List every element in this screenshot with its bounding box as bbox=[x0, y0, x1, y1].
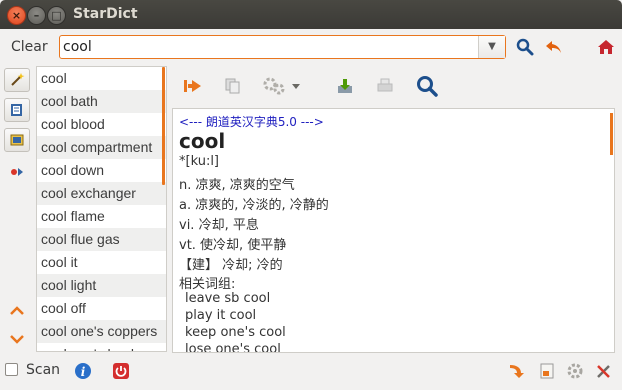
document-edit-icon bbox=[540, 363, 554, 379]
quit-button[interactable] bbox=[110, 360, 132, 382]
search-icon bbox=[417, 76, 438, 97]
headword: cool bbox=[179, 129, 226, 153]
list-item[interactable]: cool it bbox=[37, 251, 166, 274]
tree-dictionary-button[interactable] bbox=[4, 128, 30, 152]
list-item[interactable]: cool blood bbox=[37, 113, 166, 136]
arrows-color-icon bbox=[11, 168, 23, 176]
svg-text:i: i bbox=[81, 365, 86, 379]
phrase-item: play it cool bbox=[185, 308, 257, 323]
definition-line: vi. 冷却, 平息 bbox=[179, 218, 259, 233]
print-button[interactable] bbox=[372, 72, 398, 100]
maximize-window-button[interactable]: □ bbox=[47, 6, 66, 25]
hide-list-button[interactable] bbox=[180, 72, 206, 100]
manage-dicts-button[interactable] bbox=[506, 360, 528, 382]
phrase-item: leave sb cool bbox=[185, 291, 271, 306]
definition-line: n. 凉爽, 凉爽的空气 bbox=[179, 178, 295, 193]
dictionary-book-icon bbox=[10, 134, 24, 146]
save-button[interactable] bbox=[332, 72, 358, 100]
back-arrow-icon bbox=[546, 41, 561, 53]
power-icon bbox=[113, 363, 129, 379]
info-icon: i bbox=[75, 363, 91, 379]
phrase-item: lose one's cool bbox=[185, 342, 281, 353]
scan-checkbox[interactable] bbox=[5, 363, 18, 376]
preferences-button[interactable] bbox=[564, 360, 586, 382]
list-item[interactable]: cool bbox=[37, 67, 166, 90]
window-title: StarDict bbox=[73, 6, 138, 22]
title-bar: × – □ StarDict bbox=[0, 0, 622, 29]
scan-label[interactable]: Scan bbox=[26, 362, 60, 378]
definition-line: *[ku:l] bbox=[179, 154, 220, 169]
search-field[interactable]: ▼ bbox=[59, 35, 506, 59]
quick-search-button[interactable] bbox=[4, 68, 30, 92]
next-word-button[interactable] bbox=[6, 328, 28, 350]
definition-panel[interactable]: <--- 朗道英汉字典5.0 ---> cool *[ku:l] n. 凉爽, … bbox=[172, 108, 615, 353]
save-download-icon bbox=[338, 79, 352, 93]
word-list[interactable]: cool cool bath cool blood cool compartme… bbox=[36, 66, 167, 352]
list-item[interactable]: cool exchanger bbox=[37, 182, 166, 205]
definition-line: 相关词组: bbox=[179, 277, 236, 292]
phrase-item: keep one's cool bbox=[185, 325, 286, 340]
dictionary-name: <--- 朗道英汉字典5.0 ---> bbox=[179, 115, 324, 129]
chevron-down-icon bbox=[10, 335, 24, 344]
definition-line: vt. 使冷却, 使平静 bbox=[179, 238, 287, 253]
copy-icon bbox=[225, 78, 240, 94]
definition-line: a. 凉爽的, 冷淡的, 冷静的 bbox=[179, 198, 329, 213]
gear-icon bbox=[567, 363, 583, 379]
search-input[interactable] bbox=[63, 38, 478, 56]
back-button[interactable] bbox=[543, 36, 565, 58]
fulltext-search-button[interactable] bbox=[6, 160, 28, 182]
book-list-icon bbox=[11, 104, 22, 116]
printer-icon bbox=[377, 78, 393, 92]
minimize-window-button[interactable]: – bbox=[27, 6, 46, 25]
search-history-dropdown[interactable]: ▼ bbox=[478, 36, 505, 58]
orange-arrow-icon bbox=[510, 365, 524, 378]
chevron-down-icon: ▼ bbox=[488, 41, 496, 52]
copy-button[interactable] bbox=[220, 72, 246, 100]
list-item[interactable]: cool light bbox=[37, 274, 166, 297]
about-button[interactable]: i bbox=[72, 360, 94, 382]
tools-button[interactable] bbox=[593, 360, 615, 382]
close-window-button[interactable]: × bbox=[7, 6, 26, 25]
list-item[interactable]: cool off bbox=[37, 297, 166, 320]
dictionary-manage-button[interactable] bbox=[536, 360, 558, 382]
lookup-button[interactable] bbox=[514, 36, 536, 58]
home-button[interactable] bbox=[595, 36, 617, 58]
home-icon bbox=[598, 40, 614, 54]
word-list-scrollbar[interactable] bbox=[162, 67, 165, 185]
tools-icon bbox=[597, 365, 610, 378]
pronounce-menu-button[interactable] bbox=[260, 72, 304, 100]
list-item[interactable]: cool compartment bbox=[37, 136, 166, 159]
list-item[interactable]: cool flue gas bbox=[37, 228, 166, 251]
definition-scrollbar[interactable] bbox=[610, 113, 613, 155]
list-item[interactable]: cool one's heels bbox=[37, 343, 166, 351]
search-icon bbox=[516, 38, 534, 56]
list-item[interactable]: cool one's coppers bbox=[37, 320, 166, 343]
search-in-definition-button[interactable] bbox=[414, 72, 440, 100]
clear-button[interactable]: Clear bbox=[11, 39, 48, 55]
list-item[interactable]: cool down bbox=[37, 159, 166, 182]
list-item[interactable]: cool bath bbox=[37, 90, 166, 113]
previous-word-button[interactable] bbox=[6, 300, 28, 322]
chevron-up-icon bbox=[10, 306, 24, 315]
dictionary-list-button[interactable] bbox=[4, 98, 30, 122]
magic-wand-icon bbox=[11, 73, 25, 86]
definition-line: 【建】 冷却; 冷的 bbox=[179, 258, 283, 273]
gears-icon bbox=[263, 77, 300, 95]
list-item[interactable]: cool flame bbox=[37, 205, 166, 228]
collapse-panel-icon bbox=[184, 80, 201, 92]
